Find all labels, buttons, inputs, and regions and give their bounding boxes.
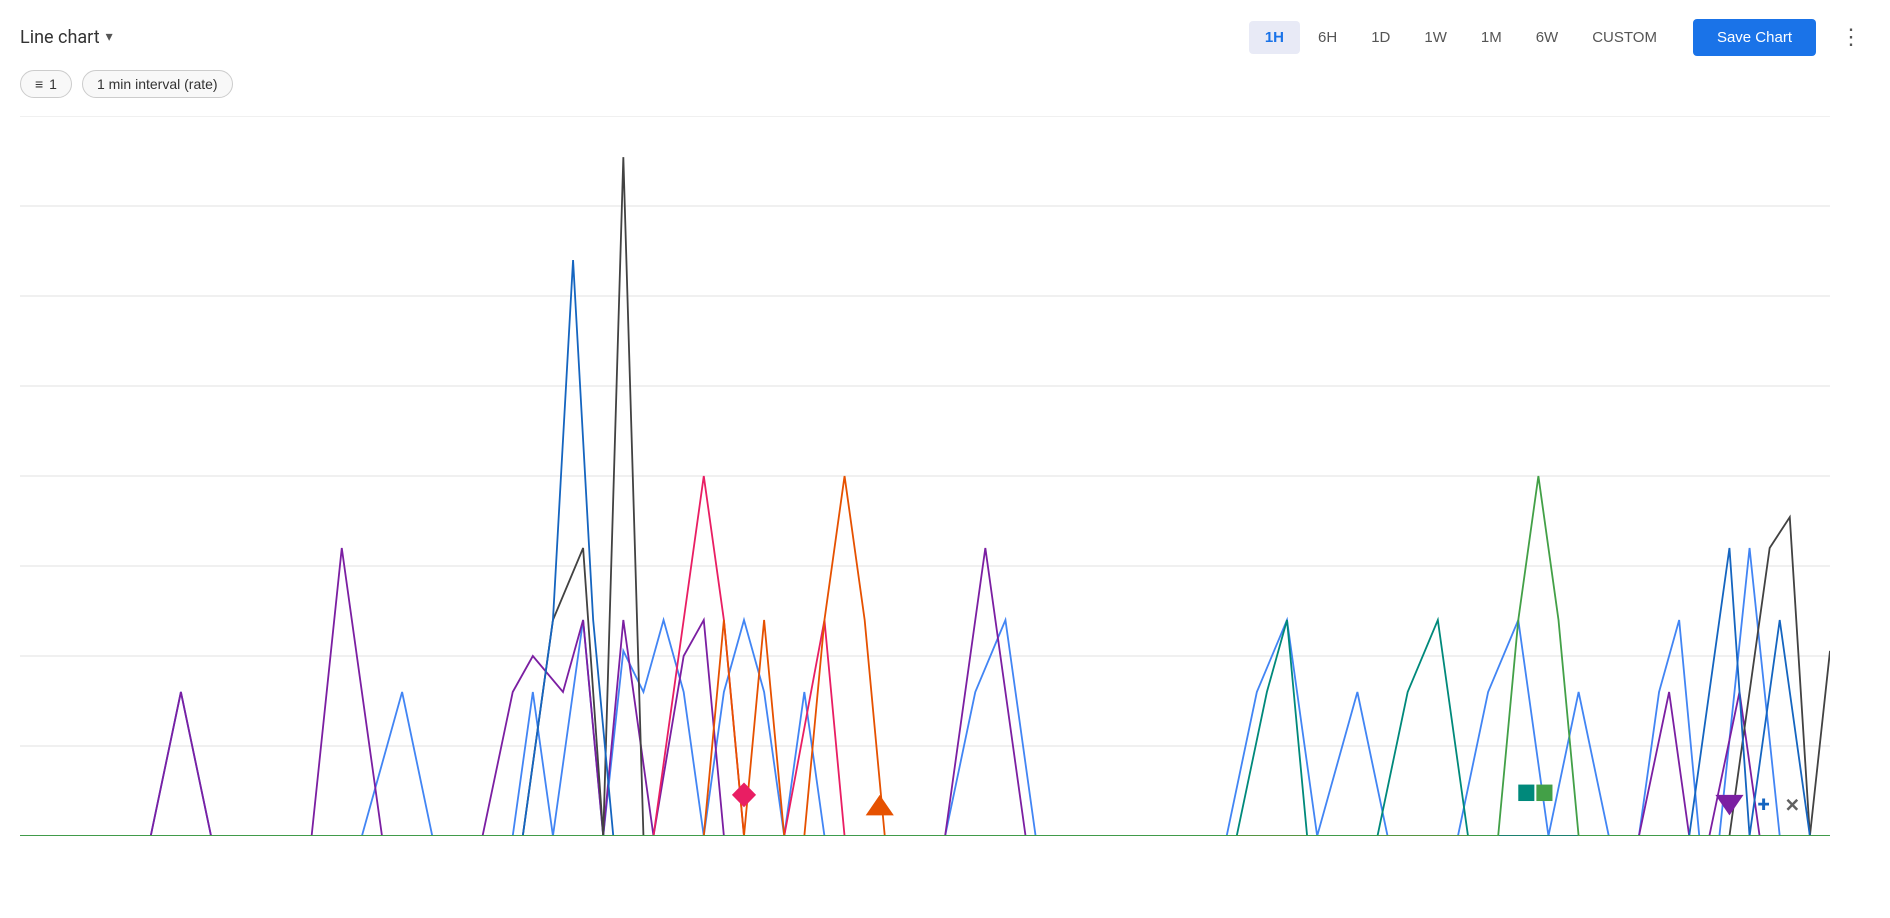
square-marker-green (1536, 785, 1552, 801)
time-btn-1d[interactable]: 1D (1355, 21, 1406, 54)
time-controls: 1H 6H 1D 1W 1M 6W CUSTOM (1249, 21, 1673, 54)
chart-type-selector[interactable]: Line chart ▾ (20, 27, 113, 48)
chart-area: UTC-5 11:50 AM 11:55 AM 12:00 PM 12:05 P… (20, 116, 1830, 836)
x-marker: ✕ (1785, 795, 1800, 816)
triangle-marker (866, 795, 894, 816)
time-btn-6w[interactable]: 6W (1520, 21, 1575, 54)
teal-line (20, 620, 1830, 836)
dark-blue-line (20, 260, 1830, 836)
more-options-button[interactable]: ⋮ (1832, 16, 1870, 58)
filter-button[interactable]: ≡ 1 (20, 70, 72, 98)
subheader: ≡ 1 1 min interval (rate) (0, 66, 1890, 106)
time-btn-1m[interactable]: 1M (1465, 21, 1518, 54)
time-btn-6h[interactable]: 6H (1302, 21, 1353, 54)
chart-type-dropdown-icon: ▾ (106, 29, 113, 45)
time-btn-1h[interactable]: 1H (1249, 21, 1300, 54)
dark-gray-line (20, 157, 1830, 836)
filter-icon: ≡ (35, 76, 43, 92)
triangle-up-marker (1715, 795, 1743, 816)
chart-container: UTC-5 11:50 AM 11:55 AM 12:00 PM 12:05 P… (0, 106, 1890, 886)
interval-button[interactable]: 1 min interval (rate) (82, 70, 233, 98)
save-chart-button[interactable]: Save Chart (1693, 19, 1816, 56)
chart-type-label: Line chart (20, 27, 100, 48)
plus-marker: + (1758, 791, 1770, 817)
filter-count: 1 (49, 76, 57, 92)
diamond-marker (732, 783, 756, 808)
header: Line chart ▾ 1H 6H 1D 1W 1M 6W CUSTOM Sa… (0, 0, 1890, 66)
blue-line (20, 548, 1830, 836)
time-btn-custom[interactable]: CUSTOM (1576, 21, 1673, 54)
square-marker-teal (1518, 785, 1534, 801)
time-btn-1w[interactable]: 1W (1408, 21, 1463, 54)
purple-line (20, 548, 1830, 836)
line-chart-svg: UTC-5 11:50 AM 11:55 AM 12:00 PM 12:05 P… (20, 116, 1830, 836)
